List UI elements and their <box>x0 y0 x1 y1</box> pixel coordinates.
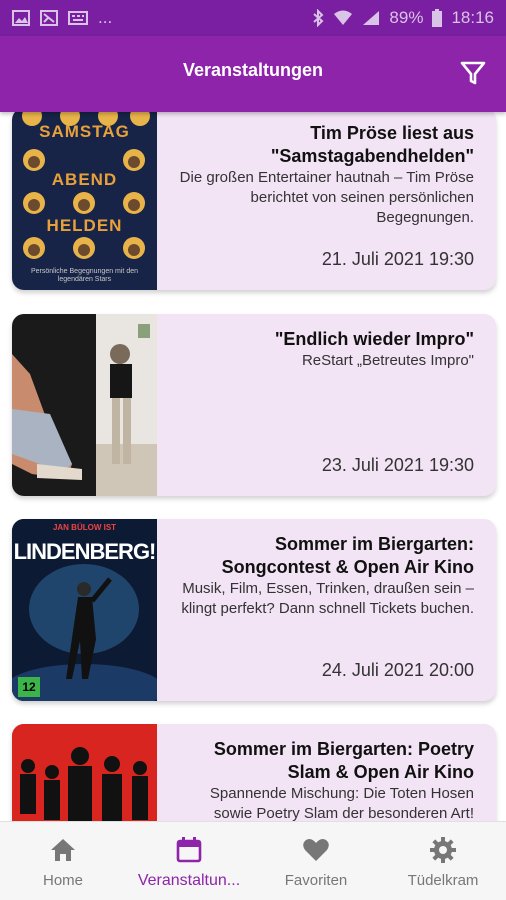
battery-icon <box>432 9 443 27</box>
poster-text-2: ABEND <box>51 170 118 189</box>
page-title: Veranstaltungen <box>182 60 324 80</box>
event-info: "Endlich wieder Impro" ReStart „Betreute… <box>172 328 474 371</box>
bottom-navigation: Home Veranstaltun... Favoriten Tüdelkram <box>0 821 506 900</box>
band-photo <box>12 724 157 822</box>
wifi-icon <box>334 10 353 25</box>
event-title: Sommer im Biergarten: Poetry Slam & Open… <box>213 739 474 782</box>
age-rating: 12 <box>22 680 36 694</box>
poster-text-3: HELDEN <box>46 216 123 235</box>
photo-icon <box>40 10 58 26</box>
event-poster <box>12 724 157 822</box>
app-bar: Veranstaltungen <box>0 36 506 112</box>
event-poster: JAN BÜLOW IST LINDENBERG! 12 <box>12 519 157 701</box>
nav-label: Home <box>42 872 83 889</box>
event-poster <box>12 314 157 496</box>
event-date: 24. Juli 2021 20:00 <box>321 660 474 680</box>
home-icon <box>51 839 75 861</box>
event-title: Tim Pröse liest aus "Samstagabendhelden" <box>270 123 474 166</box>
impro-photo <box>12 314 157 496</box>
nav-tuedelkram[interactable]: Tüdelkram <box>380 822 506 900</box>
event-description: Spannende Mischung: Die Toten Hosen sowi… <box>209 785 474 822</box>
gear-icon <box>430 837 456 863</box>
poster-top-text: JAN BÜLOW IST <box>52 523 117 532</box>
event-info: Tim Pröse liest aus "Samstagabendhelden"… <box>172 122 474 228</box>
event-poster: SAMSTAG ABEND HELDEN Persönliche Begegnu… <box>12 112 157 290</box>
nav-veranstaltungen[interactable]: Veranstaltun... <box>126 822 252 900</box>
status-bar: ... 89% 18:16 <box>0 0 506 36</box>
filter-button[interactable] <box>460 60 486 86</box>
nav-favoriten[interactable]: Favoriten <box>253 822 379 900</box>
nav-label: Favoriten <box>284 872 348 889</box>
keyboard-icon <box>68 11 88 25</box>
event-title: Sommer im Biergarten: Songcontest & Open… <box>221 534 474 577</box>
signal-icon <box>363 11 380 25</box>
event-list[interactable]: SAMSTAG ABEND HELDEN Persönliche Begegnu… <box>0 112 506 822</box>
event-info: Sommer im Biergarten: Poetry Slam & Open… <box>172 738 474 822</box>
event-description: Musik, Film, Essen, Trinken, draußen sei… <box>181 580 474 617</box>
event-description: Die großen Entertainer hautnah – Tim Prö… <box>179 169 474 226</box>
event-description: ReStart „Betreutes Impro" <box>301 352 474 369</box>
nav-label: Tüdelkram <box>407 872 479 889</box>
nav-home[interactable]: Home <box>0 822 126 900</box>
image-icon <box>12 10 30 26</box>
event-date: 21. Juli 2021 19:30 <box>321 249 474 269</box>
bluetooth-icon <box>313 9 324 27</box>
event-date: 23. Juli 2021 19:30 <box>321 455 474 475</box>
filter-icon <box>460 61 486 85</box>
event-card[interactable]: Sommer im Biergarten: Poetry Slam & Open… <box>12 724 496 822</box>
event-card[interactable]: "Endlich wieder Impro" ReStart „Betreute… <box>12 314 496 496</box>
clock: 18:16 <box>451 8 494 27</box>
heart-icon <box>303 839 329 861</box>
event-card[interactable]: JAN BÜLOW IST LINDENBERG! 12 Sommer im B… <box>12 519 496 701</box>
battery-level: 89% <box>389 8 424 27</box>
calendar-icon <box>176 837 202 863</box>
status-more: ... <box>98 8 113 27</box>
event-card[interactable]: SAMSTAG ABEND HELDEN Persönliche Begegnu… <box>12 112 496 290</box>
event-info: Sommer im Biergarten: Songcontest & Open… <box>172 533 474 619</box>
nav-label: Veranstaltun... <box>137 872 241 889</box>
poster-text-1: SAMSTAG <box>39 122 130 141</box>
poster-caption: Persönliche Begegnungen mit den legendär… <box>30 268 139 283</box>
poster-headline: LINDENBERG! <box>13 539 157 564</box>
event-title: "Endlich wieder Impro" <box>274 329 474 349</box>
